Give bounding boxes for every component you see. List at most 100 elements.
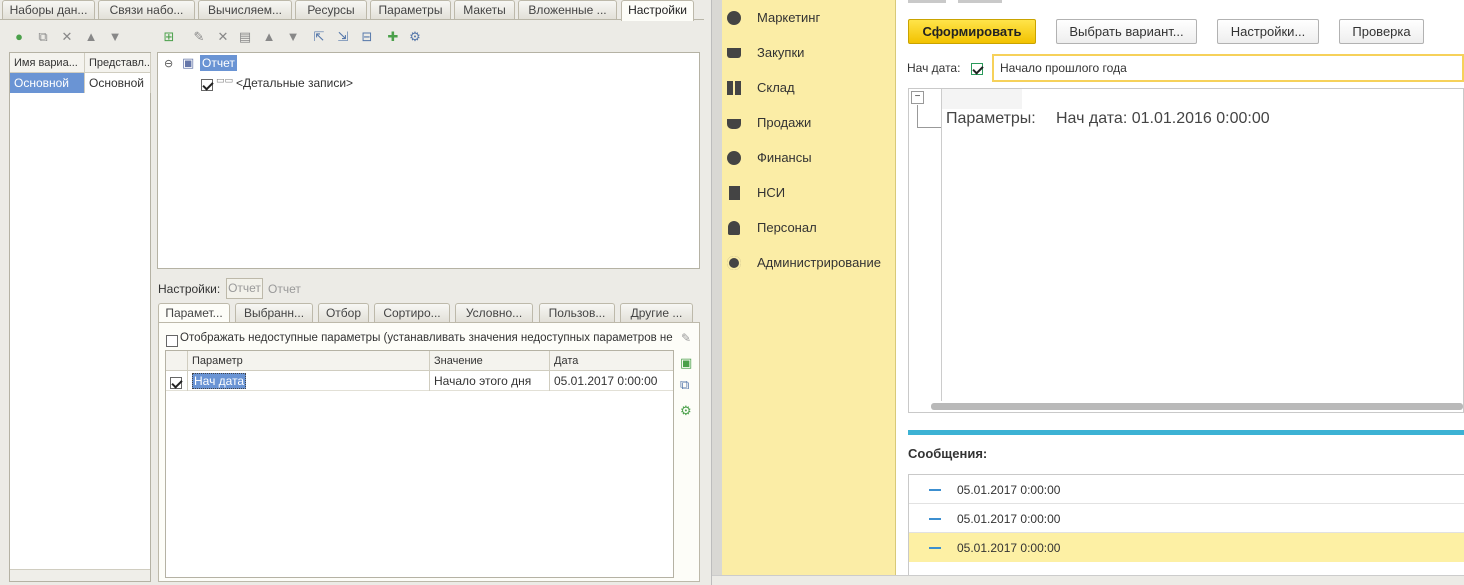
- variants-toolbar: ● ⧉ ✕ ▲ ▼: [10, 28, 150, 46]
- column-value[interactable]: Значение: [430, 351, 550, 371]
- tab-resources[interactable]: Ресурсы: [295, 0, 367, 19]
- sidebar-item-label: Администрирование: [757, 255, 881, 270]
- tab-nested-schemas[interactable]: Вложенные ...: [518, 0, 617, 19]
- sidebar-item-marketing[interactable]: Маркетинг: [722, 0, 896, 35]
- tab-user-fields[interactable]: Пользов...: [539, 303, 615, 322]
- show-unavailable-label: Отображать недоступные параметры (устана…: [180, 332, 674, 344]
- date-cell[interactable]: 05.01.2017 0:00:00: [550, 371, 674, 391]
- group-icon[interactable]: ⊟: [358, 28, 376, 46]
- top-tab-stub: [908, 0, 946, 3]
- row-header-border: [941, 89, 942, 401]
- delete-icon[interactable]: ✕: [58, 28, 76, 46]
- table-row[interactable]: Основной Основной: [10, 73, 151, 93]
- sidebar-item-nsi[interactable]: НСИ: [722, 175, 896, 210]
- move-down-icon[interactable]: ▼: [284, 28, 302, 46]
- copy-icon: [729, 186, 740, 200]
- use-checkbox[interactable]: [170, 377, 182, 390]
- check-button[interactable]: Проверка: [1339, 19, 1424, 44]
- top-tab-stub: [958, 0, 1002, 3]
- delete-icon[interactable]: ✕: [214, 28, 232, 46]
- add-icon[interactable]: ●: [10, 28, 28, 46]
- tab-selected-fields[interactable]: Выбранн...: [235, 303, 313, 322]
- settings-report-button-1[interactable]: Отчет: [226, 278, 263, 299]
- tree-node-detail-records[interactable]: <Детальные записи>: [236, 76, 353, 90]
- variant-name-cell[interactable]: Основной: [10, 73, 85, 93]
- level-down-icon[interactable]: ⇲: [334, 28, 352, 46]
- tab-dataset-links[interactable]: Связи набо...: [98, 0, 195, 19]
- start-date-input[interactable]: Начало прошлого года: [992, 54, 1464, 82]
- column-parameter[interactable]: Параметр: [188, 351, 430, 371]
- tab-conditional-appearance[interactable]: Условно...: [455, 303, 533, 322]
- tree-node-report[interactable]: Отчет: [200, 55, 237, 71]
- detail-records-checkbox[interactable]: [201, 78, 213, 91]
- level-up-icon[interactable]: ⇱: [310, 28, 328, 46]
- start-date-label: Нач дата:: [907, 61, 961, 75]
- copy-icon[interactable]: ⧉: [34, 28, 52, 46]
- list-item[interactable]: 05.01.2017 0:00:00: [909, 504, 1464, 533]
- start-date-checkbox[interactable]: [971, 62, 983, 75]
- variants-grid: Имя вариа... Представл... Основной Основ…: [9, 52, 151, 582]
- check-all-icon[interactable]: ▣: [680, 355, 692, 371]
- choose-variant-button[interactable]: Выбрать вариант...: [1056, 19, 1197, 44]
- sidebar-item-administration[interactable]: Администрирование: [722, 245, 896, 280]
- tab-layouts[interactable]: Макеты: [454, 0, 515, 19]
- column-date[interactable]: Дата: [550, 351, 674, 371]
- variants-grid-header: Имя вариа... Представл...: [10, 53, 151, 73]
- add-setting-icon[interactable]: ✚: [384, 28, 402, 46]
- horizontal-scrollbar[interactable]: [10, 569, 150, 581]
- tab-other-settings[interactable]: Другие ...: [620, 303, 693, 322]
- tab-settings[interactable]: Настройки: [621, 0, 694, 21]
- structure-tree: ⊖ ▣ Отчет ▭▭ <Детальные записи>: [157, 52, 700, 269]
- group-line: [917, 105, 918, 127]
- edit-icon[interactable]: ✎: [190, 28, 208, 46]
- tab-datasets[interactable]: Наборы дан...: [2, 0, 95, 19]
- edit-icon[interactable]: ✎: [681, 331, 691, 345]
- collapse-icon[interactable]: ⊖: [164, 57, 173, 70]
- generate-button[interactable]: Сформировать: [908, 19, 1036, 44]
- list-item[interactable]: 05.01.2017 0:00:00: [909, 533, 1464, 562]
- tab-parameters[interactable]: Параметры: [370, 0, 451, 19]
- message-icon: [929, 547, 941, 549]
- move-up-icon[interactable]: ▲: [82, 28, 100, 46]
- tab-filter[interactable]: Отбор: [318, 303, 369, 322]
- show-unavailable-checkbox[interactable]: [166, 334, 178, 347]
- properties-icon[interactable]: ▤: [236, 28, 254, 46]
- gear-icon: [727, 256, 741, 270]
- message-text: 05.01.2017 0:00:00: [957, 512, 1061, 526]
- window-divider: [712, 0, 722, 585]
- parameters-grid: Параметр Значение Дата Нач дата Начало э…: [165, 350, 674, 578]
- setting-icon[interactable]: ⚙: [406, 28, 424, 46]
- pie-chart-icon: [727, 11, 741, 25]
- sidebar-item-warehouse[interactable]: Склад: [722, 70, 896, 105]
- tab-data-parameters[interactable]: Парамет...: [158, 303, 230, 324]
- table-row[interactable]: Нач дата Начало этого дня 05.01.2017 0:0…: [166, 371, 673, 391]
- message-text: 05.01.2017 0:00:00: [957, 541, 1061, 555]
- parameter-cell[interactable]: Нач дата: [188, 371, 430, 391]
- tab-calculated-fields[interactable]: Вычисляем...: [198, 0, 292, 19]
- settings-button[interactable]: Настройки...: [1217, 19, 1319, 44]
- list-item[interactable]: 05.01.2017 0:00:00: [909, 475, 1464, 504]
- messages-divider: [908, 430, 1464, 435]
- move-up-icon[interactable]: ▲: [260, 28, 278, 46]
- column-variant-name[interactable]: Имя вариа...: [10, 53, 85, 73]
- sidebar-item-personnel[interactable]: Персонал: [722, 210, 896, 245]
- uncheck-all-icon[interactable]: ⧉: [680, 377, 689, 393]
- messages-title: Сообщения:: [908, 446, 988, 461]
- sidebar-item-finance[interactable]: Финансы: [722, 140, 896, 175]
- value-cell[interactable]: Начало этого дня: [430, 371, 550, 391]
- column-presentation[interactable]: Представл...: [85, 53, 151, 73]
- sidebar-item-purchases[interactable]: Закупки: [722, 35, 896, 70]
- structure-toolbar: ⊞ ✎ ✕ ▤ ▲ ▼ ⇱ ⇲ ⊟ ✚ ⚙: [160, 28, 430, 46]
- add-parameter-icon[interactable]: ⚙: [680, 403, 692, 419]
- settings-label: Настройки:: [158, 282, 221, 296]
- add-group-icon[interactable]: ⊞: [160, 28, 178, 46]
- settings-report-button-2[interactable]: Отчет: [268, 282, 301, 296]
- sidebar-item-sales[interactable]: Продажи: [722, 105, 896, 140]
- horizontal-scrollbar[interactable]: [931, 403, 1463, 410]
- report-spreadsheet[interactable]: − Параметры: Нач дата: 01.01.2016 0:00:0…: [908, 88, 1464, 413]
- move-down-icon[interactable]: ▼: [106, 28, 124, 46]
- tab-sorting[interactable]: Сортиро...: [374, 303, 450, 322]
- collapse-group-icon[interactable]: −: [911, 91, 924, 104]
- sidebar-item-label: Продажи: [757, 115, 812, 130]
- variant-presentation-cell[interactable]: Основной: [85, 73, 151, 93]
